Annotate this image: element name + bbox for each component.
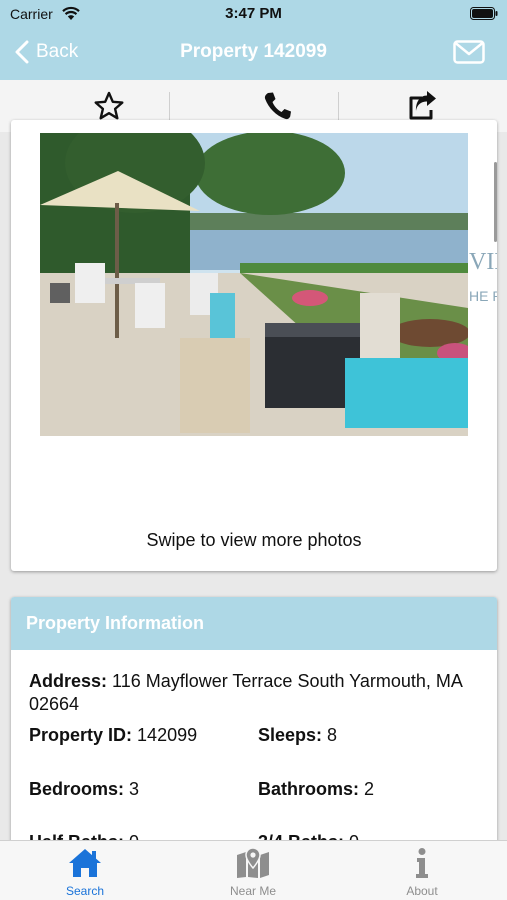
tab-about[interactable]: About [372,847,472,898]
photo-edge-text: HE R [469,288,497,304]
bedrooms-value: 3 [129,779,140,799]
info-icon [416,848,428,878]
status-time: 3:47 PM [225,5,282,22]
share-button[interactable] [402,88,442,124]
property-id-value: 142099 [137,725,198,745]
property-photo[interactable] [40,133,468,436]
property-info-card: Property Information Address: 116 Mayflo… [11,597,497,857]
tab-bar: Search Near Me About [0,840,507,900]
mail-icon[interactable] [453,40,485,64]
photo-edge-text: VILl [469,249,497,275]
favorite-button[interactable] [89,88,129,124]
action-divider [169,92,170,120]
call-button[interactable] [258,88,298,124]
address-row: Address: 116 Mayflower Terrace South Yar… [29,670,479,716]
info-row: Property ID: 142099 Sleeps: 8 [29,725,479,746]
property-info-body: Address: 116 Mayflower Terrace South Yar… [11,650,497,852]
tab-near-me-label: Near Me [229,884,276,898]
photo-card: VILl HE R Swipe to view more photos [11,120,497,571]
property-info-header: Property Information [11,597,497,650]
phone-icon [264,92,291,120]
tab-about-label: About [406,884,438,898]
battery-icon [470,7,498,20]
tab-near-me[interactable]: Near Me [203,847,303,898]
nav-bar: Back Property 142099 [0,30,507,76]
property-photo-image [40,133,468,436]
bedrooms-label: Bedrooms: [29,779,125,799]
bathrooms-label: Bathrooms: [258,779,360,799]
screen: Carrier 3:47 PM Back Property 142099 VI … [0,0,507,900]
home-icon [69,849,101,877]
bathrooms-cell: Bathrooms: 2 [258,779,374,800]
bathrooms-value: 2 [364,779,375,799]
status-bar: Carrier 3:47 PM [0,0,507,28]
info-row: Bedrooms: 3 Bathrooms: 2 [29,779,479,800]
page-title: Property 142099 [180,41,327,62]
swipe-hint: Swipe to view more photos [146,530,362,550]
sleeps-label: Sleeps: [258,725,323,745]
sleeps-value: 8 [327,725,338,745]
property-id-label: Property ID: [29,725,133,745]
share-icon [409,91,436,120]
scroll-indicator [494,162,497,242]
action-divider [338,92,339,120]
top-bar: Carrier 3:47 PM Back Property 142099 [0,0,507,80]
sleeps-cell: Sleeps: 8 [258,725,337,746]
map-pin-icon [237,847,269,878]
star-icon [94,91,124,120]
tab-search[interactable]: Search [35,847,135,898]
address-label: Address: [29,671,108,691]
tab-search-label: Search [65,884,105,898]
